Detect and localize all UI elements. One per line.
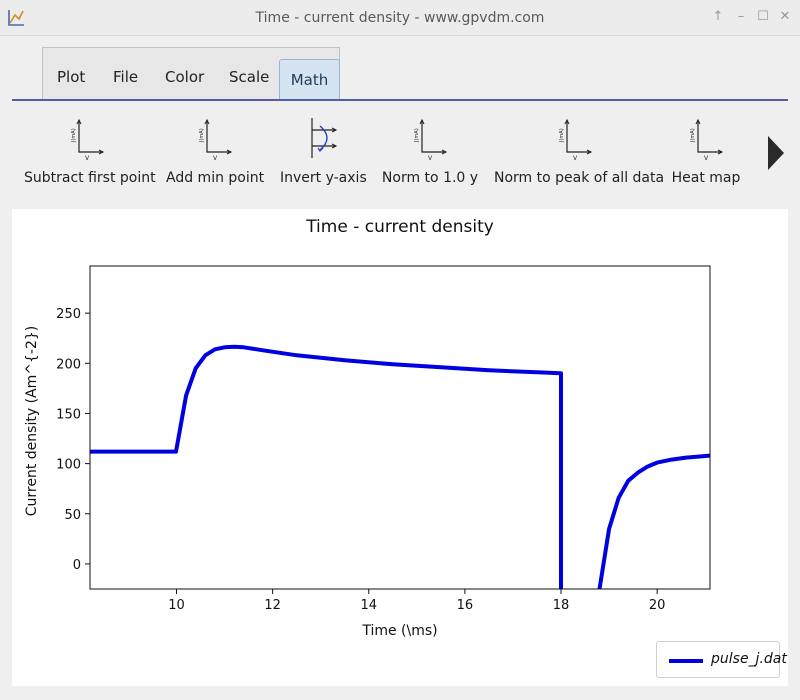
- legend-label: pulse_j.dat: [711, 651, 787, 667]
- plot-axes: 10 12 14 16 18 20050100150200250: [56, 265, 711, 613]
- svg-text:V: V: [573, 155, 578, 162]
- y-tick-label: 150: [56, 407, 81, 422]
- norm-to-1-y-button[interactable]: V J(mA) Norm to 1.0 y: [380, 112, 480, 194]
- svg-text:J(mA): J(mA): [414, 128, 420, 143]
- x-tick-label: 14: [360, 598, 377, 613]
- plot-canvas: Time - current density 10 12 14 16 18 20 0 50 10…: [12, 209, 788, 686]
- toolbar-item-label: Add min point: [166, 170, 265, 186]
- minimize-icon[interactable]: –: [733, 9, 749, 25]
- axes-icon: V J(mA): [414, 118, 448, 162]
- x-tick-label: 12: [264, 598, 281, 613]
- toolbar-item-label: Norm to 1.0 y: [381, 170, 479, 186]
- norm-to-peak-button[interactable]: V J(mA) Norm to peak of all data: [494, 112, 665, 194]
- tab-plot[interactable]: Plot: [57, 68, 85, 86]
- x-tick-label: 18: [553, 598, 570, 613]
- right-arrow-icon[interactable]: [764, 134, 786, 172]
- x-tick-label: 10: [168, 598, 185, 613]
- axes-icon: V J(mA): [199, 118, 233, 162]
- add-min-point-button[interactable]: V J(mA) Add min point: [166, 112, 264, 194]
- keep-above-icon[interactable]: ↑: [710, 9, 726, 25]
- svg-text:J(mA): J(mA): [199, 128, 205, 143]
- window-titlebar: Time - current density - www.gpvdm.com ↑…: [0, 0, 800, 36]
- toolbar-item-label: Norm to peak of all data: [494, 170, 665, 186]
- tab-scale[interactable]: Scale: [229, 68, 269, 86]
- svg-text:J(mA): J(mA): [559, 128, 565, 143]
- y-tick-label: 200: [56, 357, 81, 372]
- y-tick-label: 250: [56, 307, 81, 322]
- y-axis-label: Current density (Am^{-2}): [24, 325, 40, 517]
- x-tick-label: 20: [649, 598, 666, 613]
- heat-map-button[interactable]: V J(mA) Heat map: [670, 112, 742, 194]
- svg-text:V: V: [704, 155, 709, 162]
- legend-swatch: [669, 659, 703, 663]
- y-tick-label: 0: [73, 558, 81, 573]
- svg-text:V: V: [85, 155, 90, 162]
- toolbar-item-label: Heat map: [671, 170, 741, 186]
- maximize-icon[interactable]: ☐: [755, 9, 771, 25]
- tab-underline: [12, 99, 788, 101]
- close-icon[interactable]: ✕: [777, 9, 793, 25]
- invert-y-axis-button[interactable]: Invert y-axis: [280, 112, 367, 194]
- svg-text:J(mA): J(mA): [71, 128, 77, 143]
- axes-icon: V J(mA): [559, 118, 593, 162]
- y-tick-label: 50: [64, 508, 81, 523]
- toolbar-item-label: Invert y-axis: [280, 170, 367, 186]
- tab-math[interactable]: Math: [279, 59, 340, 100]
- invert-axis-icon: [311, 118, 338, 158]
- subtract-first-point-button[interactable]: V J(mA) Subtract first point: [24, 112, 156, 194]
- series-line-1: [597, 453, 710, 589]
- tab-file[interactable]: File: [113, 68, 138, 86]
- x-tick-label: 16: [457, 598, 474, 613]
- x-axis-label: Time (\ms): [362, 623, 438, 639]
- svg-text:J(mA): J(mA): [690, 128, 696, 143]
- plot-frame: [89, 265, 711, 590]
- toolbar-item-label: Subtract first point: [24, 170, 156, 186]
- svg-text:V: V: [428, 155, 433, 162]
- axes-icon: V J(mA): [690, 118, 724, 162]
- window-title: Time - current density - www.gpvdm.com: [255, 10, 545, 26]
- plot-legend: pulse_j.dat: [656, 641, 787, 678]
- y-tick-label: 100: [56, 458, 81, 473]
- tab-color[interactable]: Color: [165, 68, 204, 86]
- svg-text:V: V: [213, 155, 218, 162]
- series-line-0: [90, 344, 563, 589]
- axes-icon: V J(mA): [71, 118, 105, 162]
